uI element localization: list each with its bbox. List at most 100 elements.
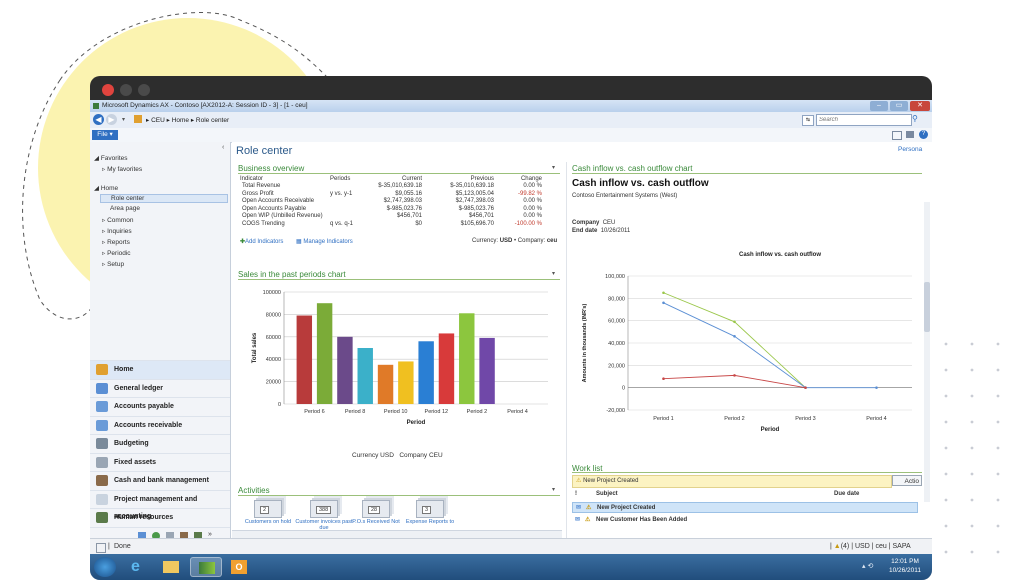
view-toggle-icon[interactable] [892,131,902,140]
search-icon[interactable]: ⚲ [912,114,918,123]
cue-count-badge: 2 [260,506,270,514]
end-date-value: 10/26/2011 [600,228,631,234]
forward-arrow-icon[interactable]: ▶ [106,114,117,125]
my-favorites-label: My favorites [107,166,143,173]
breadcrumb-ceu[interactable]: CEU [151,117,165,124]
horizontal-scrollbar[interactable] [232,530,562,538]
activity-cue[interactable]: 2 Customers on hold [242,500,296,530]
collapse-nav-icon[interactable]: ‹ [222,144,224,151]
minimize-dot-icon[interactable] [120,84,132,96]
decorative-dot [970,550,974,554]
business-overview-menu-icon[interactable]: ▾ [552,164,555,171]
activity-cue[interactable]: 28 P.O.s Received Not [350,500,404,530]
actions-button[interactable]: Actio [892,475,922,486]
folder-icon [163,561,179,573]
bar [459,313,475,404]
cue-label: Expense Reports to [405,519,455,525]
sidebar-item-role-center[interactable]: Role center [100,194,228,203]
indicator-name: Open Accounts Receivable [242,198,315,204]
data-point [662,377,665,381]
due-date-column-header[interactable]: Due date [834,491,859,497]
start-button[interactable] [94,557,116,577]
taskbar-explorer-icon[interactable] [158,557,184,577]
breadcrumb-role-center[interactable]: Role center [196,117,229,124]
x-tick-label: Period 1 [653,416,674,422]
taskbar-ie-icon[interactable]: e [126,557,152,577]
status-user[interactable]: SAPA [893,543,911,550]
subject-column-header[interactable]: Subject [596,491,618,497]
periodic-label: Periodic [107,250,131,257]
file-menu-button[interactable]: File ▾ [92,130,118,140]
table-row[interactable]: ✉ ⚠ New Customer Has Been Added [572,515,918,526]
search-input[interactable] [816,114,912,126]
module-fixed-assets[interactable]: Fixed assets [90,452,230,472]
minimize-button[interactable]: – [870,101,888,111]
favorites-node[interactable]: ◢ Favorites [94,154,128,162]
activities-menu-icon[interactable]: ▾ [552,486,555,493]
end-date-row: End date 10/26/2011 [572,228,630,234]
clock[interactable]: 12:01 PM 10/26/2011 [880,557,930,575]
home-node[interactable]: ◢ Home [94,184,118,192]
module-accounts-payable[interactable]: Accounts payable [90,397,230,416]
status-currency[interactable]: USD [855,543,870,550]
decorative-dot [944,342,948,346]
table-row[interactable]: ✉ ⚠ New Project Created [572,502,918,513]
module-general-ledger[interactable]: General ledger [90,378,230,398]
scroll-thumb[interactable] [924,282,930,332]
notification-icon[interactable]: ▲ [834,543,841,550]
sidebar-item-reports[interactable]: ▹ Reports [102,238,130,246]
end-date-label: End date [572,228,598,234]
my-favorites-node[interactable]: ▹ My favorites [102,165,142,173]
module-accounts-receivable[interactable]: Accounts receivable [90,415,230,435]
notification-count[interactable]: (4) [841,543,850,550]
sidebar-item-area-page[interactable]: Area page [110,205,140,212]
company-value: ceu [546,238,558,244]
dropdown-chevron-icon[interactable]: ▾ [122,116,125,123]
layout-icon[interactable] [906,131,914,138]
refresh-icon[interactable]: ↹ [802,115,814,126]
personalize-link[interactable]: Persona [898,146,922,153]
sales-chart-menu-icon[interactable]: ▾ [552,270,555,277]
module-home[interactable]: Home [90,360,230,379]
fixed-assets-icon [96,456,108,468]
y-tick-label: 40000 [266,357,281,363]
status-company[interactable]: ceu [875,543,886,550]
tray-icons[interactable]: ▴ ⟲ [862,562,873,570]
taskbar-outlook-icon[interactable]: O [226,557,252,577]
activity-cue[interactable]: 3 Expense Reports to [404,500,458,530]
sidebar-item-inquiries[interactable]: ▹ Inquiries [102,227,132,235]
module-project-management[interactable]: Project management and accounting [90,489,230,520]
activity-cue[interactable]: 388 Customer invoices past due [295,500,353,531]
close-button[interactable]: ✕ [910,101,930,111]
breadcrumb-home[interactable]: Home [172,117,189,124]
y-tick-label: 60000 [266,335,281,341]
ax-screen: Microsoft Dynamics AX - Contoso [AX2012-… [90,100,932,580]
flag-column-header[interactable]: ! [575,491,577,497]
back-arrow-icon[interactable]: ◀ [93,114,104,125]
table-cell: $-35,010,639.18 [378,183,422,189]
mail-icon: ✉ [576,505,582,511]
manage-indicators-link[interactable]: ▦ Manage Indicators [296,238,353,245]
cue-count-badge: 3 [422,506,432,514]
module-cash-and-bank[interactable]: Cash and bank management [90,471,230,490]
setup-label: Setup [107,261,125,268]
sidebar-item-common[interactable]: ▹ Common [102,216,133,224]
bar [316,303,333,404]
maximize-dot-icon[interactable] [138,84,150,96]
data-point [662,291,665,295]
add-indicators-link[interactable]: ✚Add Indicators [240,238,283,245]
sidebar-item-setup[interactable]: ▹ Setup [102,260,124,268]
status-right: | ▲(4) | USD | ceu | SAPA [830,543,911,550]
taskbar-dynamics-ax[interactable] [190,557,222,577]
restore-button[interactable]: ▭ [890,101,908,111]
module-budgeting[interactable]: Budgeting [90,434,230,453]
module-human-resources[interactable]: Human resources [90,508,230,527]
y-tick-label: 80000 [266,312,281,318]
company-row: Company CEU [572,220,615,226]
configure-buttons-icon[interactable]: » [208,531,212,538]
sidebar-item-periodic[interactable]: ▹ Periodic [102,249,131,257]
module-cash-and-bank-label: Cash and bank management [114,477,209,484]
help-icon[interactable]: ? [919,130,928,139]
close-dot-icon[interactable] [102,84,114,96]
cash-panel-scrollbar[interactable] [924,202,930,502]
